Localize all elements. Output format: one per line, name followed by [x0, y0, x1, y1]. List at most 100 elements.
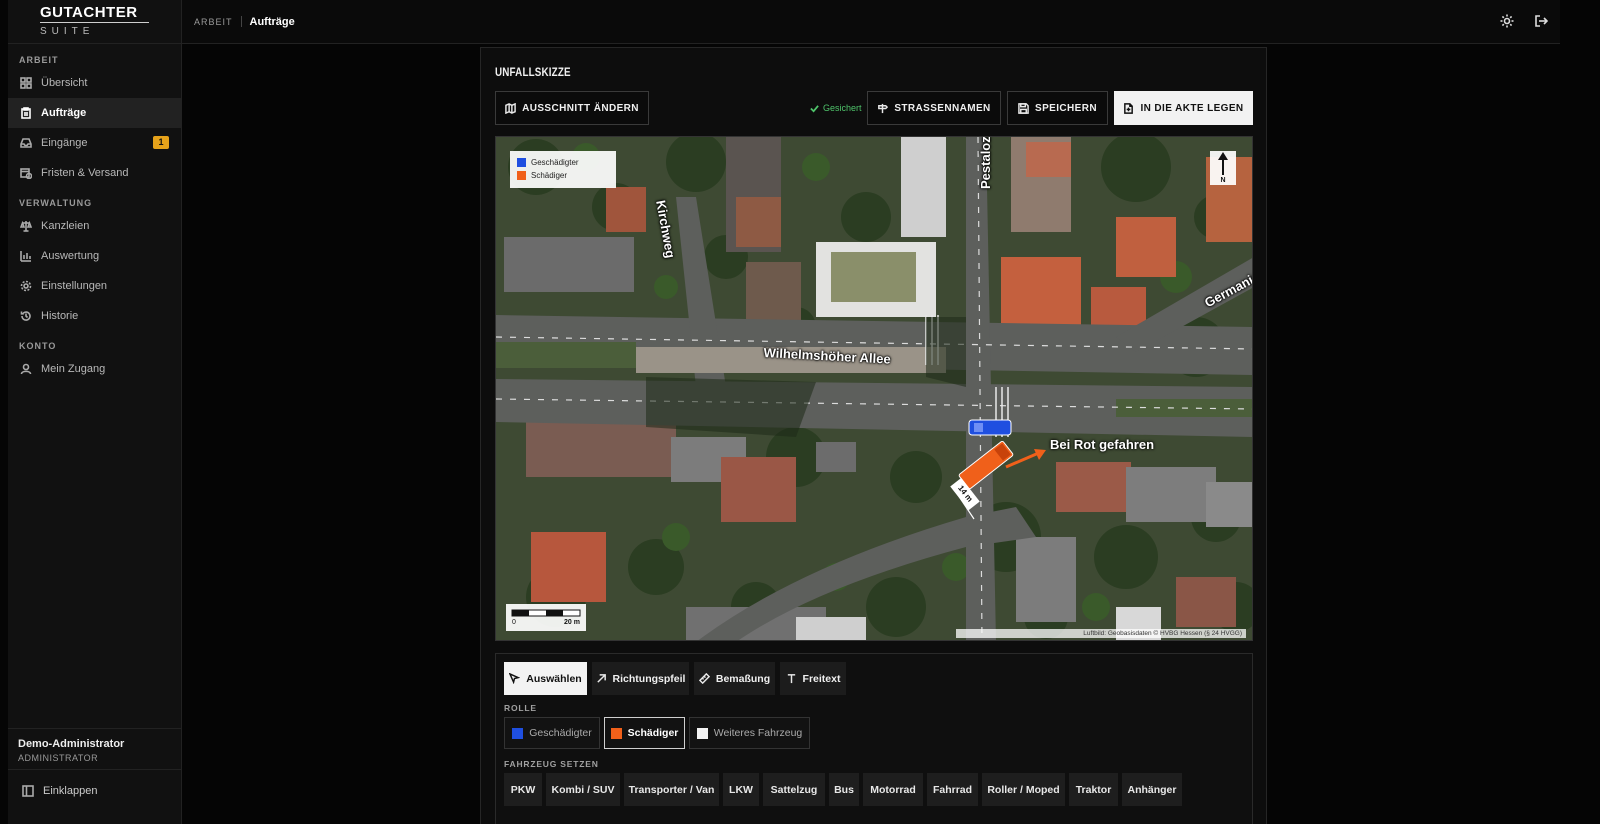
sidebar-item-uebersicht[interactable]: Übersicht [8, 68, 181, 98]
role-label: Schädiger [627, 727, 679, 739]
vehicle-button-anhaenger[interactable]: Anhänger [1122, 773, 1182, 806]
user-name: Demo-Administrator [18, 738, 125, 750]
scale-icon [20, 220, 32, 232]
scale-end: 20 m [564, 619, 580, 626]
check-icon [810, 104, 819, 113]
vehicle-button-traktor[interactable]: Traktor [1069, 773, 1118, 806]
role-label: Geschädigter [529, 727, 592, 739]
map-attribution: Luftbild: Geobasisdaten © HVBG Hessen (§… [956, 629, 1246, 638]
accident-sketch-map[interactable]: Kirchweg Pestaloz Germania Wilhelmshöher… [495, 136, 1253, 641]
sidebar-item-label: Eingänge [41, 137, 88, 149]
sidebar-item-label: Aufträge [41, 107, 87, 119]
sidebar-item-mein-zugang[interactable]: Mein Zugang [8, 354, 181, 384]
vehicle-button-fahrrad[interactable]: Fahrrad [927, 773, 978, 806]
street-names-label: STRASSENNAMEN [894, 102, 991, 114]
topbar: ARBEIT Aufträge [182, 0, 1560, 44]
file-to-record-button[interactable]: IN DIE AKTE LEGEN [1114, 91, 1253, 125]
arrow-up-right-icon [596, 674, 606, 683]
nav-section-verwaltung: VERWALTUNG [19, 198, 93, 208]
calendar-clock-icon [20, 168, 32, 179]
breadcrumb-section[interactable]: ARBEIT [194, 17, 233, 27]
role-geschaedigter-button[interactable]: Geschädigter [504, 717, 600, 749]
tool-freetext-button[interactable]: Freitext [780, 662, 846, 695]
vehicle-button-transporter[interactable]: Transporter / Van [624, 773, 719, 806]
bar-chart-icon [20, 251, 31, 262]
north-label: N [1220, 177, 1226, 184]
tool-label: Bemaßung [715, 672, 771, 685]
scale-start: 0 [512, 619, 516, 626]
sidebar-item-eingaenge[interactable]: Eingänge 1 [8, 128, 181, 158]
freetext-annotation[interactable]: Bei Rot gefahren [1050, 437, 1154, 452]
sidebar-item-label: Mein Zugang [41, 363, 106, 375]
sidebar-item-auswertung[interactable]: Auswertung [8, 241, 181, 271]
sidebar-item-einstellungen[interactable]: Einstellungen [8, 271, 181, 301]
unread-badge: 1 [153, 136, 169, 149]
brand-name: GUTACHTER [40, 4, 149, 23]
vehicle-button-bus[interactable]: Bus [829, 773, 859, 806]
street-names-button[interactable]: STRASSENNAMEN [867, 91, 1001, 125]
save-icon [1018, 102, 1029, 114]
save-button[interactable]: SPEICHERN [1007, 91, 1108, 125]
legend-item: Geschädigter [517, 156, 609, 169]
role-weiteres-fahrzeug-button[interactable]: Weiteres Fahrzeug [689, 717, 810, 749]
vehicle-button-lkw[interactable]: LKW [723, 773, 759, 806]
sidebar-item-fristen[interactable]: Fristen & Versand [8, 158, 181, 188]
north-arrow-icon [1218, 152, 1228, 175]
history-icon [20, 311, 31, 321]
role-label: Weiteres Fahrzeug [713, 727, 803, 739]
legend-swatch-blue [517, 158, 526, 167]
sidebar-collapse-icon [22, 785, 34, 797]
tool-dimension-button[interactable]: Bemaßung [694, 662, 775, 695]
role-swatch-blue [512, 727, 524, 739]
scale-bar-graphic [511, 609, 581, 617]
vehicle-button-sattelzug[interactable]: Sattelzug [763, 773, 825, 806]
cursor-icon [509, 673, 521, 684]
grid-icon [20, 77, 32, 89]
north-arrow: N [1210, 151, 1236, 185]
role-schaediger-button[interactable]: Schädiger [604, 717, 685, 749]
save-label: SPEICHERN [1035, 102, 1097, 114]
sidebar-item-label: Übersicht [41, 77, 88, 89]
vehicle-button-roller-moped[interactable]: Roller / Moped [982, 773, 1065, 806]
gear-icon [20, 280, 32, 292]
tool-label: Auswählen [526, 672, 582, 685]
vehicle-button-pkw[interactable]: PKW [504, 773, 542, 806]
role-section-label: ROLLE [504, 703, 537, 713]
sidebar-item-auftraege[interactable]: Aufträge [8, 98, 181, 128]
breadcrumb-separator [240, 16, 242, 27]
tool-direction-arrow-button[interactable]: Richtungspfeil [592, 662, 689, 695]
sidebar-item-label: Fristen & Versand [41, 167, 129, 179]
tool-select-button[interactable]: Auswählen [504, 662, 587, 695]
brand-subtitle: SUITE [40, 26, 95, 37]
tool-label: Freitext [802, 672, 841, 685]
sun-icon[interactable] [1500, 14, 1514, 28]
user-role: ADMINISTRATOR [18, 753, 99, 763]
vehicle-geschaedigter[interactable] [968, 419, 1012, 436]
brand-logo[interactable]: GUTACHTER SUITE [8, 0, 181, 44]
scale-bar: 0 20 m [506, 604, 586, 631]
sidebar: GUTACHTER SUITE ARBEIT Übersicht Aufträg… [8, 0, 182, 824]
legend-label: Geschädigter [531, 158, 579, 167]
text-icon [787, 674, 795, 684]
breadcrumb-current: Aufträge [249, 15, 295, 28]
street-label-pestalozzi[interactable]: Pestaloz [978, 137, 993, 189]
sidebar-item-historie[interactable]: Historie [8, 301, 181, 331]
logout-icon[interactable] [1534, 14, 1548, 28]
legend-item: Schädiger [517, 169, 609, 182]
inbox-icon [20, 138, 32, 148]
legend-swatch-orange [517, 171, 526, 180]
vehicle-button-motorrad[interactable]: Motorrad [863, 773, 923, 806]
vehicle-button-kombi-suv[interactable]: Kombi / SUV [546, 773, 620, 806]
sidebar-item-kanzleien[interactable]: Kanzleien [8, 211, 181, 241]
change-view-label: AUSSCHNITT ÄNDERN [522, 102, 639, 114]
map-legend: Geschädigter Schädiger [510, 151, 616, 188]
save-status-label: Gesichert [823, 103, 862, 113]
collapse-sidebar-button[interactable]: Einklappen [8, 778, 181, 804]
collapse-label: Einklappen [43, 785, 98, 797]
role-swatch-white [696, 727, 708, 739]
sidebar-item-label: Auswertung [41, 250, 100, 262]
nav-section-konto: KONTO [19, 341, 57, 351]
panel-title: UNFALLSKIZZE [495, 65, 571, 79]
ruler-icon [698, 673, 710, 684]
change-view-button[interactable]: AUSSCHNITT ÄNDERN [495, 91, 649, 125]
